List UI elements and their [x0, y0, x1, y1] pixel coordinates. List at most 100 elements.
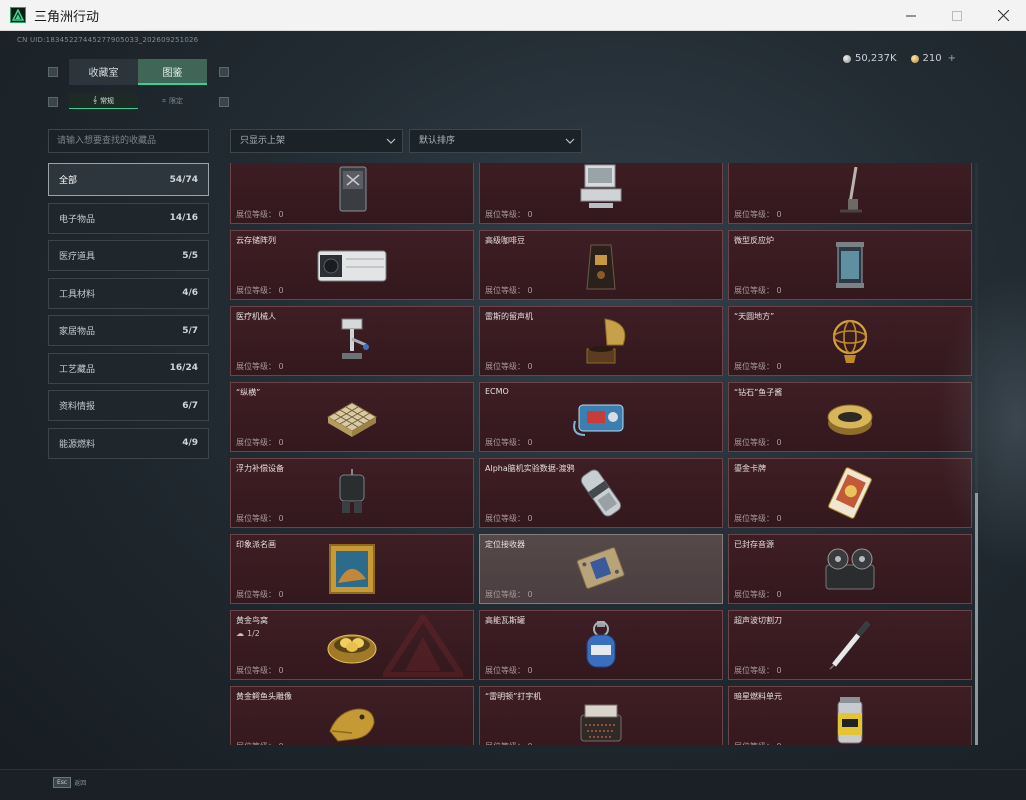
close-icon[interactable]	[980, 0, 1026, 31]
collection-item-card[interactable]: 暗星燃料单元展位等级： 0	[728, 686, 972, 745]
sort-dropdown[interactable]: 默认排序	[409, 129, 582, 153]
scrollbar-thumb[interactable]	[975, 493, 978, 745]
level-value: 0	[278, 210, 284, 219]
item-level: 展位等级： 0	[236, 741, 284, 745]
category-label: 医疗道具	[59, 252, 96, 262]
item-name: 雷斯的留声机	[485, 312, 533, 321]
item-level: 展位等级： 0	[734, 285, 782, 296]
level-label: 展位等级：	[734, 210, 774, 219]
gold-currency[interactable]: 210 +	[910, 53, 956, 64]
gold-amount: 210	[922, 53, 942, 64]
level-label: 展位等级：	[485, 438, 525, 447]
item-level: 展位等级： 0	[485, 361, 533, 372]
collection-item-card[interactable]: 超声波切割刀 展位等级： 0	[728, 610, 972, 680]
level-value: 0	[776, 590, 782, 599]
category-label: 工艺藏品	[59, 364, 96, 375]
sub-tabs: 𝄞 常规 ⌗ 限定	[69, 93, 207, 109]
key-a-hint-icon	[48, 97, 58, 107]
collection-item-card[interactable]: 黄金鸟窝 ☁ 1/2 展位等级： 0	[230, 610, 474, 680]
item-level: 展位等级： 0	[236, 589, 284, 600]
limited-icon: ⌗	[162, 96, 166, 105]
chevron-down-icon	[565, 130, 575, 161]
search-input[interactable]: 请输入想要查找的收藏品	[48, 129, 209, 153]
silver-currency: 50,237K	[842, 53, 897, 64]
silver-coin-icon	[842, 54, 851, 63]
level-label: 展位等级：	[734, 666, 774, 675]
level-value: 0	[278, 362, 284, 371]
collection-item-card[interactable]: 云存储阵列 展位等级： 0	[230, 230, 474, 300]
tab-codex[interactable]: 图鉴	[138, 59, 207, 85]
collection-item-card[interactable]: “纵横” 展位等级： 0	[230, 382, 474, 452]
level-label: 展位等级：	[734, 514, 774, 523]
level-label: 展位等级：	[485, 362, 525, 371]
item-name: “钻石”鱼子酱	[734, 388, 783, 397]
category-count: 6/7	[182, 400, 198, 411]
collection-item-card[interactable]: 高级咖啡豆 展位等级： 0	[479, 230, 723, 300]
collection-item-card[interactable]: 雷斯的留声机 展位等级： 0	[479, 306, 723, 376]
level-label: 展位等级：	[485, 590, 525, 599]
maximize-icon[interactable]	[934, 0, 980, 31]
item-name: “雷明顿”打字机	[485, 692, 542, 701]
collection-item-card[interactable]: “钻石”鱼子酱 展位等级： 0	[728, 382, 972, 452]
collection-item-card[interactable]: 黄金鳄鱼头雕像展位等级： 0	[230, 686, 474, 745]
level-label: 展位等级：	[236, 210, 276, 219]
collection-item-card[interactable]: 浮力补偿设备 展位等级： 0	[230, 458, 474, 528]
collection-item-card[interactable]: “雷明顿”打字机展位等级： 0	[479, 686, 723, 745]
item-level: 展位等级： 0	[734, 209, 782, 220]
currency-bar: 50,237K 210 +	[842, 53, 956, 64]
category-item[interactable]: 能源燃料 4/9	[48, 427, 209, 459]
key-q-hint-icon	[48, 67, 58, 77]
subtab-limited[interactable]: ⌗ 限定	[138, 93, 207, 109]
grid-scrollbar[interactable]	[975, 163, 978, 745]
category-label: 资料情报	[59, 402, 96, 412]
item-name: 定位接收器	[485, 540, 525, 549]
gas-tank-icon	[561, 615, 641, 675]
collection-item-card[interactable]: 医疗机械人 展位等级： 0	[230, 306, 474, 376]
collection-item-card[interactable]: ECMO 展位等级： 0	[479, 382, 723, 452]
collection-item-card[interactable]: 微型反应炉 展位等级： 0	[728, 230, 972, 300]
category-item[interactable]: 电子物品 14/16	[48, 202, 209, 234]
add-currency-button[interactable]: +	[948, 53, 956, 64]
collection-item-card[interactable]: 鎏金卡牌 展位等级： 0	[728, 458, 972, 528]
collection-item-card[interactable]: 高能瓦斯罐 展位等级： 0	[479, 610, 723, 680]
level-value: 0	[278, 438, 284, 447]
item-level: 展位等级： 0	[485, 209, 533, 220]
category-item[interactable]: 全部 54/74	[48, 163, 209, 196]
category-item[interactable]: 家居物品 5/7	[48, 315, 209, 346]
shelf-filter-dropdown[interactable]: 只显示上架	[230, 129, 403, 153]
level-value: 0	[527, 590, 533, 599]
collection-item-card[interactable]: 展位等级： 0	[230, 163, 474, 224]
category-item[interactable]: 工具材料 4/6	[48, 277, 209, 309]
category-count: 5/5	[182, 250, 198, 261]
item-name: 高级咖啡豆	[485, 236, 525, 245]
shelf-filter-value: 只显示上架	[240, 136, 286, 146]
collection-item-card[interactable]: 展位等级： 0	[479, 163, 723, 224]
collection-item-card[interactable]: 展位等级： 0	[728, 163, 972, 224]
category-item[interactable]: 医疗道具 5/5	[48, 240, 209, 271]
category-item[interactable]: 资料情报 6/7	[48, 390, 209, 421]
back-button[interactable]: Esc 返回	[53, 777, 86, 788]
receiver-icon	[561, 539, 641, 599]
collection-item-card[interactable]: 定位接收器展位等级： 0	[479, 534, 723, 604]
category-item[interactable]: 工艺藏品 16/24	[48, 352, 209, 384]
item-level: 展位等级： 0	[485, 513, 533, 524]
minimize-icon[interactable]	[888, 0, 934, 31]
key-e-hint-icon	[219, 67, 229, 77]
level-value: 0	[278, 286, 284, 295]
tab-collection-room[interactable]: 收藏室	[69, 59, 138, 85]
collection-item-card[interactable]: 已封存音源 展位等级： 0	[728, 534, 972, 604]
subtab-regular[interactable]: 𝄞 常规	[69, 93, 138, 109]
level-label: 展位等级：	[485, 286, 525, 295]
collection-item-card[interactable]: Alpha脑机实验数据-渡鸦 展位等级： 0	[479, 458, 723, 528]
category-count: 54/74	[169, 174, 198, 185]
gold-card-icon	[810, 463, 890, 523]
collection-item-card[interactable]: “天圆地方” 展位等级： 0	[728, 306, 972, 376]
subtab-regular-label: 常规	[100, 96, 115, 105]
level-value: 0	[278, 666, 284, 675]
hanger-icon: 𝄞	[92, 96, 98, 104]
level-label: 展位等级：	[236, 666, 276, 675]
item-level: 展位等级： 0	[734, 437, 782, 448]
level-label: 展位等级：	[485, 514, 525, 523]
collection-item-card[interactable]: 印象派名画 展位等级： 0	[230, 534, 474, 604]
category-count: 4/6	[182, 288, 198, 298]
